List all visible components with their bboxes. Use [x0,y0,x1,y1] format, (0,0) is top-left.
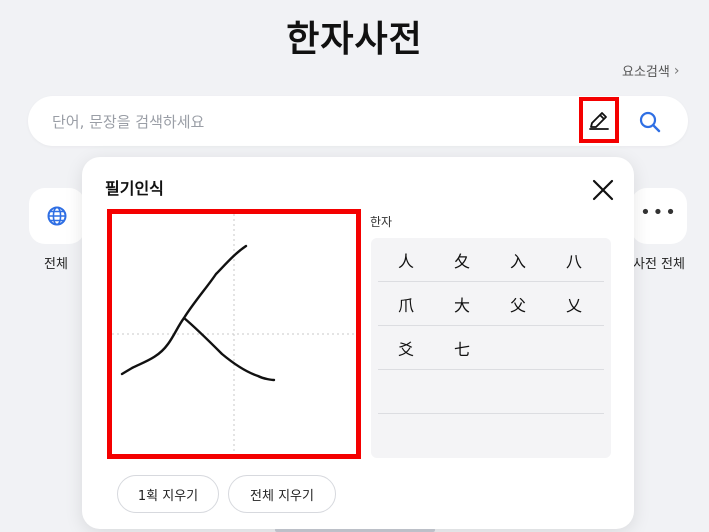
hanja-candidate[interactable]: 父 [490,282,546,325]
category-all-button[interactable] [29,188,85,244]
element-search-label: 요소검색 [622,65,670,80]
hanja-candidate[interactable]: 人 [378,238,434,281]
hanja-candidate[interactable]: 乂 [546,282,602,325]
hanja-candidate[interactable]: 爻 [378,326,434,369]
more-dots-icon: ••• [640,202,678,223]
element-search-link[interactable]: 요소검색 › [622,61,680,81]
handwriting-modal: 필기인식 한자 人 夂 入 八 爪 大 父 乂 爻 七 1획 지우기 전체 지우… [82,157,634,529]
hanja-candidate[interactable]: 八 [546,238,602,281]
modal-title: 필기인식 [105,179,164,198]
pencil-icon [589,112,609,130]
page-title: 한자사전 [286,19,423,60]
result-row: 爻 七 [378,326,604,370]
result-row-empty [378,370,604,414]
globe-icon [47,206,67,226]
result-row: 爪 大 父 乂 [378,282,604,326]
category-dictionary-all-label: 사전 전체 [633,257,685,272]
hanja-candidate[interactable]: 七 [434,326,490,369]
stroke-left [120,244,248,376]
clear-all-button[interactable]: 전체 지우기 [228,475,336,513]
hanja-candidate[interactable]: 夂 [434,238,490,281]
undo-stroke-button[interactable]: 1획 지우기 [117,475,219,513]
search-button[interactable] [636,108,664,136]
chevron-right-icon: › [673,62,680,79]
search-icon [639,111,661,133]
result-row: 人 夂 入 八 [378,238,604,282]
category-dictionary-all-button[interactable]: ••• [631,188,687,244]
category-all-label: 전체 [44,257,68,272]
search-bar [28,96,688,146]
stroke-right [182,316,276,382]
hanja-candidate[interactable]: 爪 [378,282,434,325]
hanja-candidate[interactable]: 大 [434,282,490,325]
handwriting-button[interactable] [579,97,619,143]
result-label: 한자 [370,215,393,229]
handwriting-strokes [112,214,356,454]
hanja-candidate[interactable]: 入 [490,238,546,281]
close-icon[interactable] [590,177,616,203]
search-input[interactable] [50,108,574,136]
handwriting-canvas[interactable] [107,209,361,459]
result-panel: 人 夂 入 八 爪 大 父 乂 爻 七 [371,238,611,458]
